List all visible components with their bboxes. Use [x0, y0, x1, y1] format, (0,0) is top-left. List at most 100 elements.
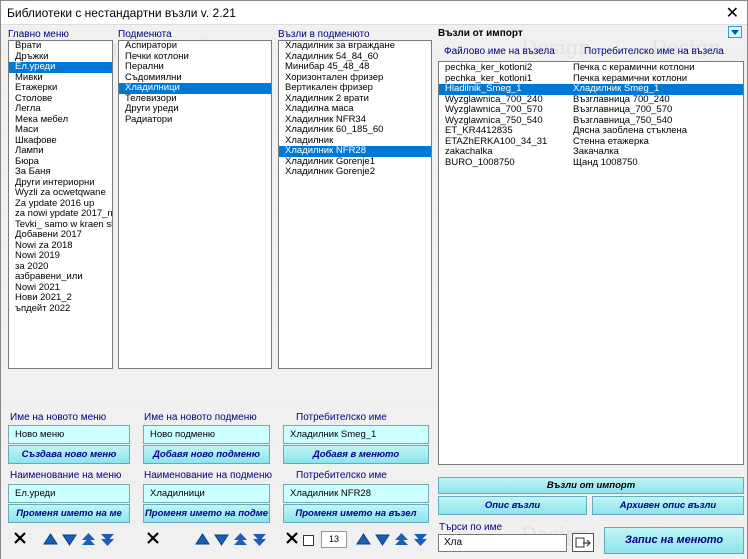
node-item[interactable]: Вертикален фризер — [279, 82, 431, 94]
main-menu-header: Главно меню — [8, 29, 69, 40]
import-nodes-button[interactable]: Възли от импорт — [438, 477, 744, 494]
import-col1-header: Файлово име на възела — [444, 46, 555, 57]
import-user-name: Печка с керамични котлони — [573, 63, 695, 73]
submenu-item[interactable]: Хладилници — [119, 82, 271, 94]
main-menu-item[interactable]: азбравени_или — [9, 271, 112, 283]
create-menu-button[interactable]: Създава ново меню — [8, 445, 130, 464]
user-name-top-input[interactable]: Хладилник Smeg_1 — [283, 425, 429, 444]
new-menu-label: Име на новото меню — [10, 412, 107, 423]
rename-menu-button[interactable]: Променя името на ме — [8, 504, 130, 523]
close-icon[interactable]: ✕ — [726, 3, 739, 23]
import-file-name: Wyzglawnica_700_570 — [445, 105, 543, 115]
import-row[interactable]: ET_KR4412835 Дясна заоблена стъклена — [439, 126, 743, 137]
submenu-item[interactable]: Други уреди — [119, 103, 271, 115]
import-user-name: Стенна етажерка — [573, 136, 649, 147]
import-row[interactable]: Wyzglawnica_700_240 Възглавница 700_240 — [439, 95, 743, 106]
delete-menu-icon[interactable] — [11, 531, 29, 549]
move-bottom-icon[interactable] — [413, 532, 428, 547]
import-row[interactable]: zakachalka Закачалка — [439, 147, 743, 158]
main-menu-item[interactable]: За Баня — [9, 166, 112, 178]
main-menu-item[interactable]: ъпдейт 2022 — [9, 303, 112, 315]
move-up-icon[interactable] — [195, 532, 210, 547]
submenu-item[interactable]: Аспиратори — [119, 41, 271, 52]
add-submenu-button[interactable]: Добавя ново подменю — [143, 445, 270, 464]
import-row[interactable]: Wyzglawnica_750_540 Възглавница_750_540 — [439, 116, 743, 127]
main-menu-item[interactable]: Nowi 2019 — [9, 250, 112, 262]
import-user-name: Щанд 1008750 — [573, 157, 638, 168]
main-menu-item[interactable]: za nowi ypdate 2017_ne — [9, 208, 112, 220]
move-up-icon[interactable] — [356, 532, 371, 547]
move-bottom-icon[interactable] — [100, 532, 115, 547]
node-item[interactable]: Хладилник за вграждане — [279, 41, 431, 52]
submenu-item[interactable]: Перални — [119, 61, 271, 73]
import-file-name: Wyzglawnica_750_540 — [445, 115, 543, 126]
submenu-header: Подменюта — [118, 29, 172, 40]
rename-submenu-input[interactable]: Хладилници — [143, 484, 270, 503]
move-down-icon[interactable] — [375, 532, 390, 547]
import-row[interactable]: pechka_ker_kotloni2 Печка с керамични кот… — [439, 63, 743, 74]
search-label: Търси по име — [439, 522, 503, 533]
new-submenu-label: Име на новото подменю — [144, 412, 257, 423]
add-to-menu-button[interactable]: Добавя в менюто — [283, 445, 429, 464]
search-input[interactable]: Хла — [438, 534, 567, 552]
import-file-name: Wyzglawnica_700_240 — [445, 94, 543, 105]
rename-submenu-button[interactable]: Променя името на подме — [143, 504, 270, 523]
move-bottom-icon[interactable] — [252, 532, 267, 547]
main-menu-item[interactable]: Добавени 2017 — [9, 229, 112, 241]
delete-submenu-icon[interactable] — [144, 531, 162, 549]
search-go-icon[interactable] — [572, 533, 594, 552]
main-menu-item[interactable]: Етажерки — [9, 82, 112, 94]
import-header: Възли от импорт — [438, 28, 523, 39]
main-menu-list[interactable]: Врати Дръжки Ел.уреди Мивки Етажерки Столове Л… — [8, 40, 113, 369]
main-menu-item[interactable]: Ел.уреди — [9, 61, 112, 73]
main-menu-item[interactable]: Врати — [9, 41, 112, 52]
delete-node-icon[interactable] — [283, 531, 301, 549]
archive-describe-button[interactable]: Архивен опис възли — [592, 496, 744, 515]
import-file-name: pechka_ker_kotloni1 — [445, 73, 533, 84]
save-menu-button[interactable]: Запис на менюто — [604, 527, 744, 554]
node-item[interactable]: Хладилник NFR28 — [279, 145, 431, 157]
import-row[interactable]: ETAZhERKA100_34_31 Стенна етажерка — [439, 137, 743, 148]
rename-menu-input[interactable]: Ел.уреди — [8, 484, 130, 503]
main-menu-item[interactable]: Wyzli za ocwetqwane — [9, 187, 112, 199]
import-row[interactable]: pechka_ker_kotloni1 Печка керамични котло… — [439, 74, 743, 85]
main-menu-item[interactable]: Легла — [9, 103, 112, 115]
main-menu-item[interactable]: Лампи — [9, 145, 112, 157]
new-submenu-input[interactable]: Ново подменю — [143, 425, 270, 444]
move-top-icon[interactable] — [81, 532, 96, 547]
submenu-item[interactable]: Радиатори — [119, 114, 271, 126]
submenu-list[interactable]: Аспиратори Печки котлони Перални Съдомиялни… — [118, 40, 272, 369]
nodes-list[interactable]: Хладилник за вграждане Хладилник 54_84_60… — [278, 40, 432, 369]
node-item[interactable]: Минибар 45_48_48 — [279, 61, 431, 73]
new-menu-input[interactable]: Ново меню — [8, 425, 130, 444]
move-down-icon[interactable] — [62, 532, 77, 547]
rename-node-button[interactable]: Променя името на възел — [283, 504, 429, 523]
import-row[interactable]: Hladilnik_Smeg_1 Хладилник Smeg_1 — [439, 84, 743, 95]
main-menu-item[interactable]: Нови 2021_2 — [9, 292, 112, 304]
move-top-icon[interactable] — [394, 532, 409, 547]
rename-menu-label: Наименование на меню — [10, 470, 122, 481]
main-window: Design Design Design Design Design Desig… — [0, 0, 748, 559]
node-item[interactable]: Хладилник 60_185_60 — [279, 124, 431, 136]
import-file-name: zakachalka — [445, 147, 493, 157]
import-list[interactable]: pechka_ker_kotloni2 Печка с керамични кот… — [438, 61, 744, 465]
import-row[interactable]: Wyzglawnica_700_570 Възглавница_700_570 — [439, 105, 743, 116]
import-file-name: pechka_ker_kotloni2 — [445, 63, 533, 73]
move-top-icon[interactable] — [233, 532, 248, 547]
import-user-name: Възглавница_750_540 — [573, 115, 673, 126]
import-user-name: Възглавница 700_240 — [573, 94, 670, 105]
describe-nodes-button[interactable]: Опис възли — [438, 496, 587, 515]
node-item[interactable]: Хладилна маса — [279, 103, 431, 115]
main-menu-item[interactable]: Маси — [9, 124, 112, 136]
rename-submenu-label: Наименование на подменю — [144, 470, 273, 481]
title-bar: Библиотеки с нестандартни възли v. 2.21 … — [1, 1, 747, 25]
move-down-icon[interactable] — [214, 532, 229, 547]
import-row[interactable]: BURO_1008750 Щанд 1008750 — [439, 158, 743, 169]
node-item[interactable]: Хладилник Gorenje2 — [279, 166, 431, 178]
scroll-down-icon[interactable] — [728, 26, 742, 38]
import-user-name: Печка керамични котлони — [573, 73, 688, 84]
nodes-header: Възли в подменюто — [278, 29, 370, 40]
node-checkbox[interactable] — [303, 535, 314, 546]
move-up-icon[interactable] — [43, 532, 58, 547]
user-name-bottom-input[interactable]: Хладилник NFR28 — [283, 484, 429, 503]
